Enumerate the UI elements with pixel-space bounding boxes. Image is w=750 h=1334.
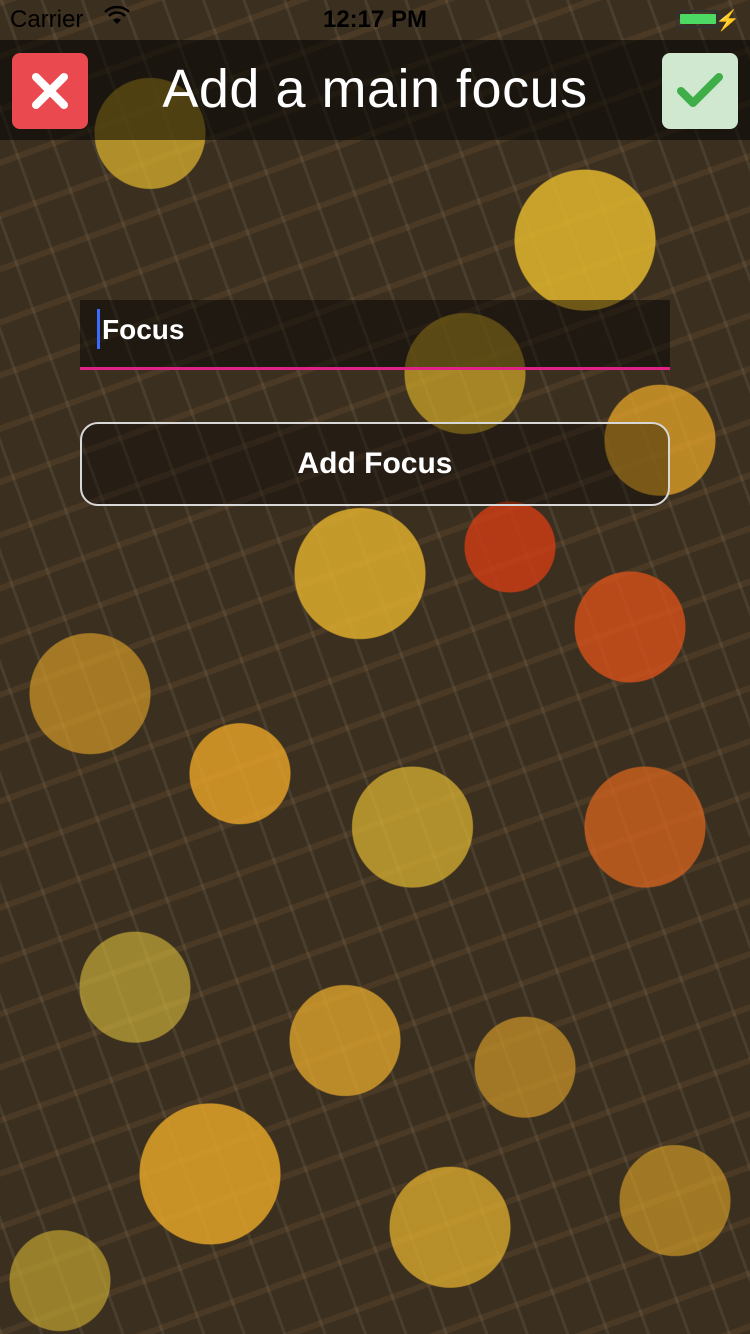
focus-input-value: Focus: [102, 314, 185, 345]
status-bar: Carrier 12:17 PM ⚡: [0, 0, 750, 40]
checkmark-icon: [677, 73, 723, 107]
close-x-icon: [32, 73, 68, 109]
forest-background-image: [0, 0, 750, 1334]
text-cursor: [97, 309, 100, 349]
status-time: 12:17 PM: [322, 6, 428, 33]
close-button[interactable]: [12, 53, 88, 129]
add-focus-button[interactable]: Add Focus: [80, 422, 670, 506]
focus-input[interactable]: Focus: [80, 300, 670, 370]
page-title: Add a main focus: [162, 59, 588, 119]
battery-icon: [676, 10, 720, 28]
charging-bolt-icon: ⚡: [715, 10, 740, 32]
header-bar: Add a main focus: [0, 40, 750, 140]
confirm-button[interactable]: [662, 53, 738, 129]
